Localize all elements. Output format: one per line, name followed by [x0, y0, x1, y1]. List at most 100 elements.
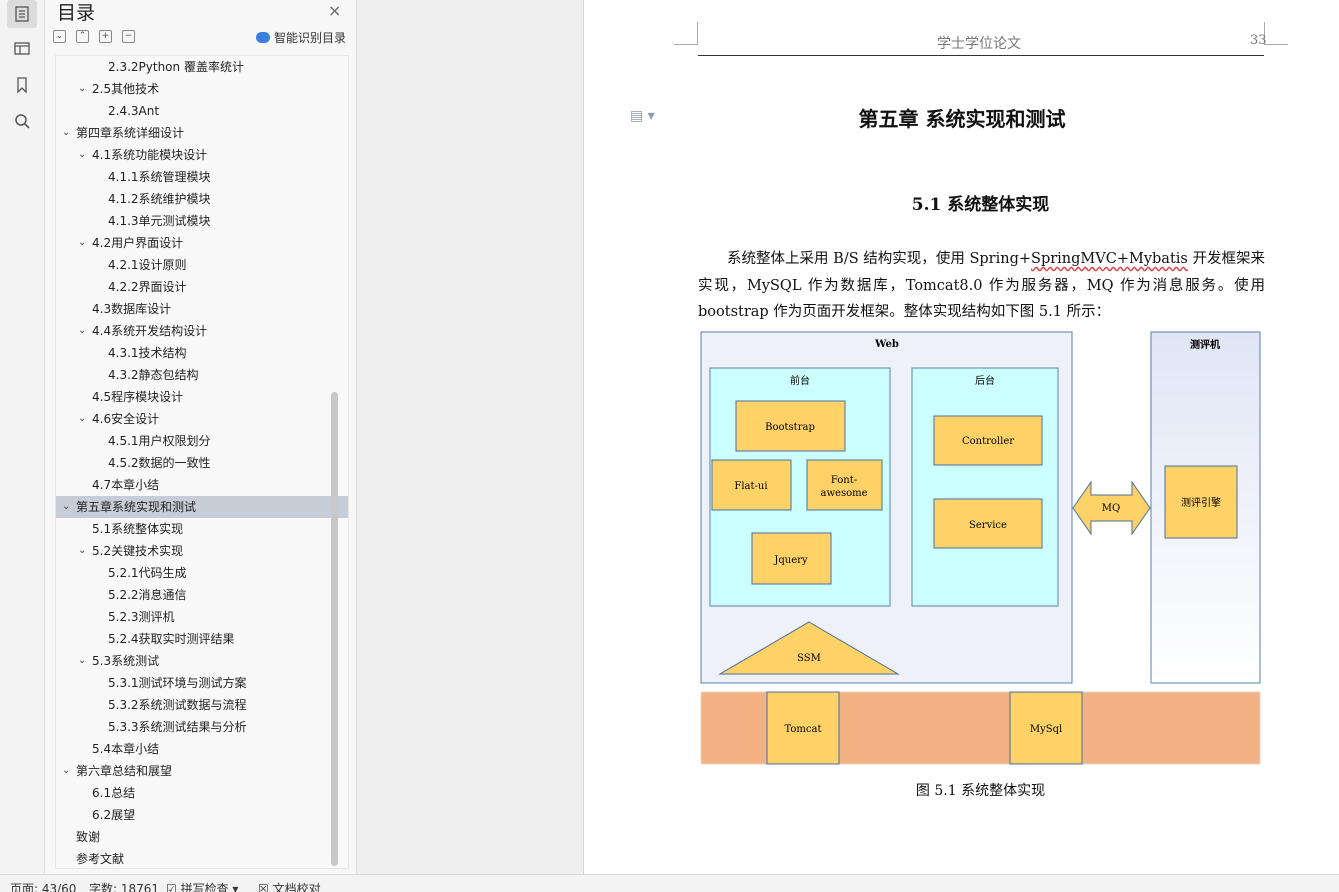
toc-item[interactable]: ⌄ 4.4系统开发结构设计 [56, 320, 348, 342]
toc-item[interactable]: 5.3.3系统测试结果与分析 [56, 716, 348, 738]
toc-item-label: 4.5.2数据的一致性 [108, 456, 211, 470]
toc-item[interactable]: 5.1系统整体实现 [56, 518, 348, 540]
toc-item[interactable]: 5.2.3测评机 [56, 606, 348, 628]
chevron-down-icon[interactable]: ⌄ [62, 760, 70, 782]
toc-item[interactable]: 5.3.2系统测试数据与流程 [56, 694, 348, 716]
toc-item[interactable]: 4.1.3单元测试模块 [56, 210, 348, 232]
chevron-down-icon[interactable]: ⌄ [78, 540, 86, 562]
toc-item-label: 4.2.2界面设计 [108, 280, 187, 294]
toc-item-label: 4.2用户界面设计 [92, 236, 184, 250]
spellcheck-label: 拼写检查 [180, 882, 229, 892]
toc-item[interactable]: 参考文献 [56, 848, 348, 868]
toc-item[interactable]: 5.4本章小结 [56, 738, 348, 760]
toc-item-label: 2.5其他技术 [92, 82, 160, 96]
chevron-down-icon[interactable]: ⌄ [78, 232, 86, 254]
toc-item[interactable]: ⌄ 第六章总结和展望 [56, 760, 348, 782]
toc-item[interactable]: ⌄ 第五章系统实现和测试 [56, 496, 348, 518]
toc-item[interactable]: 4.3.2静态包结构 [56, 364, 348, 386]
remove-heading-icon[interactable]: − [122, 30, 135, 43]
chevron-down-icon[interactable]: ⌄ [62, 496, 70, 518]
toc-item[interactable]: 5.2.2消息通信 [56, 584, 348, 606]
toc-item[interactable]: ⌄ 4.2用户界面设计 [56, 232, 348, 254]
chevron-down-icon[interactable]: ⌄ [78, 650, 86, 672]
toc-item[interactable]: 4.5.1用户权限划分 [56, 430, 348, 452]
chevron-down-icon[interactable]: ⌄ [78, 320, 86, 342]
toc-item[interactable]: ⌄ 4.6安全设计 [56, 408, 348, 430]
toc-item[interactable]: 5.2.4获取实时测评结果 [56, 628, 348, 650]
search-icon[interactable] [7, 107, 37, 135]
toc-item[interactable]: 4.3数据库设计 [56, 298, 348, 320]
toc-item[interactable]: 6.1总结 [56, 782, 348, 804]
toc-item-label: 4.1.2系统维护模块 [108, 192, 211, 206]
toc-item-label: 5.3.1测试环境与测试方案 [108, 676, 247, 690]
toc-item-label: 2.3.2Python 覆盖率统计 [108, 60, 244, 74]
toc-item[interactable]: 4.2.1设计原则 [56, 254, 348, 276]
proofread-label: 文档校对 [272, 882, 321, 892]
toc-item[interactable]: ⌄ 5.2关键技术实现 [56, 540, 348, 562]
proofread-button[interactable]: ☒ 文档校对 [258, 880, 321, 892]
crop-mark [1264, 44, 1288, 45]
architecture-figure[interactable]: Web 测评机 前台 后台 Bootstrap Flat-ui Font- aw… [699, 330, 1263, 770]
toc-toolbar: ⌄ ⌃ + − [53, 30, 135, 43]
header-rule [698, 55, 1264, 56]
section-title: 5.1 系统整体实现 [911, 195, 1050, 215]
service-label: Service [969, 520, 1007, 531]
toc-item-label: 5.2.2消息通信 [108, 588, 187, 602]
toc-item[interactable]: ⌄ 4.1系统功能模块设计 [56, 144, 348, 166]
toc-item-label: 4.3.1技术结构 [108, 346, 187, 360]
page-indicator[interactable]: 页面: 43/60 [10, 880, 76, 892]
toc-item[interactable]: ⌄ 第四章系统详细设计 [56, 122, 348, 144]
toc-item[interactable]: 4.2.2界面设计 [56, 276, 348, 298]
toc-item-label: 4.3数据库设计 [92, 302, 172, 316]
toc-list: 2.3.2Python 覆盖率统计 ⌄ 2.5其他技术 2.4.3Ant ⌄ 第四章系统详… [55, 55, 349, 869]
judge-label: 测评机 [1190, 338, 1220, 351]
toc-item-label: 4.4系统开发结构设计 [92, 324, 208, 338]
toc-item-label: 5.3.2系统测试数据与流程 [108, 698, 247, 712]
chapter-nav-icon[interactable] [7, 34, 37, 62]
toc-item[interactable]: 4.5.2数据的一致性 [56, 452, 348, 474]
toc-item[interactable]: 5.3.1测试环境与测试方案 [56, 672, 348, 694]
chevron-down-icon[interactable]: ⌄ [62, 122, 70, 144]
spellcheck-flagged-text[interactable]: SpringMVC+Mybatis [1031, 251, 1188, 267]
add-heading-icon[interactable]: + [99, 30, 112, 43]
close-icon[interactable]: × [328, 1, 341, 20]
bookmark-icon[interactable] [7, 71, 37, 99]
toc-item[interactable]: 2.4.3Ant [56, 100, 348, 122]
chevron-down-icon[interactable]: ⌄ [78, 78, 86, 100]
chevron-down-icon[interactable]: ⌄ [78, 144, 86, 166]
ssm-label: SSM [797, 653, 821, 664]
toc-item[interactable]: ⌄ 5.3系统测试 [56, 650, 348, 672]
toc-item-label: 5.3系统测试 [92, 654, 160, 668]
toc-item[interactable]: 6.2展望 [56, 804, 348, 826]
toc-item-label: 4.7本章小结 [92, 478, 160, 492]
architecture-diagram: Web 测评机 前台 后台 Bootstrap Flat-ui Font- aw… [700, 331, 1261, 765]
controller-label: Controller [962, 436, 1014, 447]
toc-item[interactable]: 致谢 [56, 826, 348, 848]
smart-toc-button[interactable]: 智能识别目录 [255, 29, 346, 46]
collapse-all-icon[interactable]: ⌃ [76, 30, 89, 43]
crop-mark [674, 44, 698, 45]
toc-item-label: 4.5程序模块设计 [92, 390, 184, 404]
front-label: 前台 [790, 374, 810, 387]
engine-label: 测评引擎 [1181, 496, 1221, 509]
body-paragraph[interactable]: 系统整体上采用 B/S 结构实现，使用 Spring+SpringMVC+Myb… [698, 246, 1265, 326]
toc-item[interactable]: 4.1.1系统管理模块 [56, 166, 348, 188]
toc-item[interactable]: 5.2.1代码生成 [56, 562, 348, 584]
web-label: Web [874, 339, 899, 350]
smart-toc-label: 智能识别目录 [273, 31, 346, 45]
page-header-text: 学士学位论文 [937, 36, 1021, 52]
chevron-down-icon[interactable]: ⌄ [78, 408, 86, 430]
toc-item[interactable]: ⌄ 2.5其他技术 [56, 78, 348, 100]
fontawesome-label-2: awesome [821, 488, 868, 499]
word-count[interactable]: 字数: 18761 [89, 880, 159, 892]
expand-all-icon[interactable]: ⌄ [53, 30, 66, 43]
toc-item[interactable]: 4.3.1技术结构 [56, 342, 348, 364]
toc-item[interactable]: 4.7本章小结 [56, 474, 348, 496]
spellcheck-toggle[interactable]: ☑ 拼写检查 ▾ [166, 880, 238, 892]
paragraph-text-1: 系统整体上采用 B/S 结构实现，使用 Spring+ [727, 251, 1032, 267]
toc-item[interactable]: 4.1.2系统维护模块 [56, 188, 348, 210]
toc-item[interactable]: 4.5程序模块设计 [56, 386, 348, 408]
toc-panel-icon[interactable] [7, 0, 37, 28]
toc-scrollbar[interactable] [331, 392, 338, 866]
toc-item[interactable]: 2.3.2Python 覆盖率统计 [56, 56, 348, 78]
